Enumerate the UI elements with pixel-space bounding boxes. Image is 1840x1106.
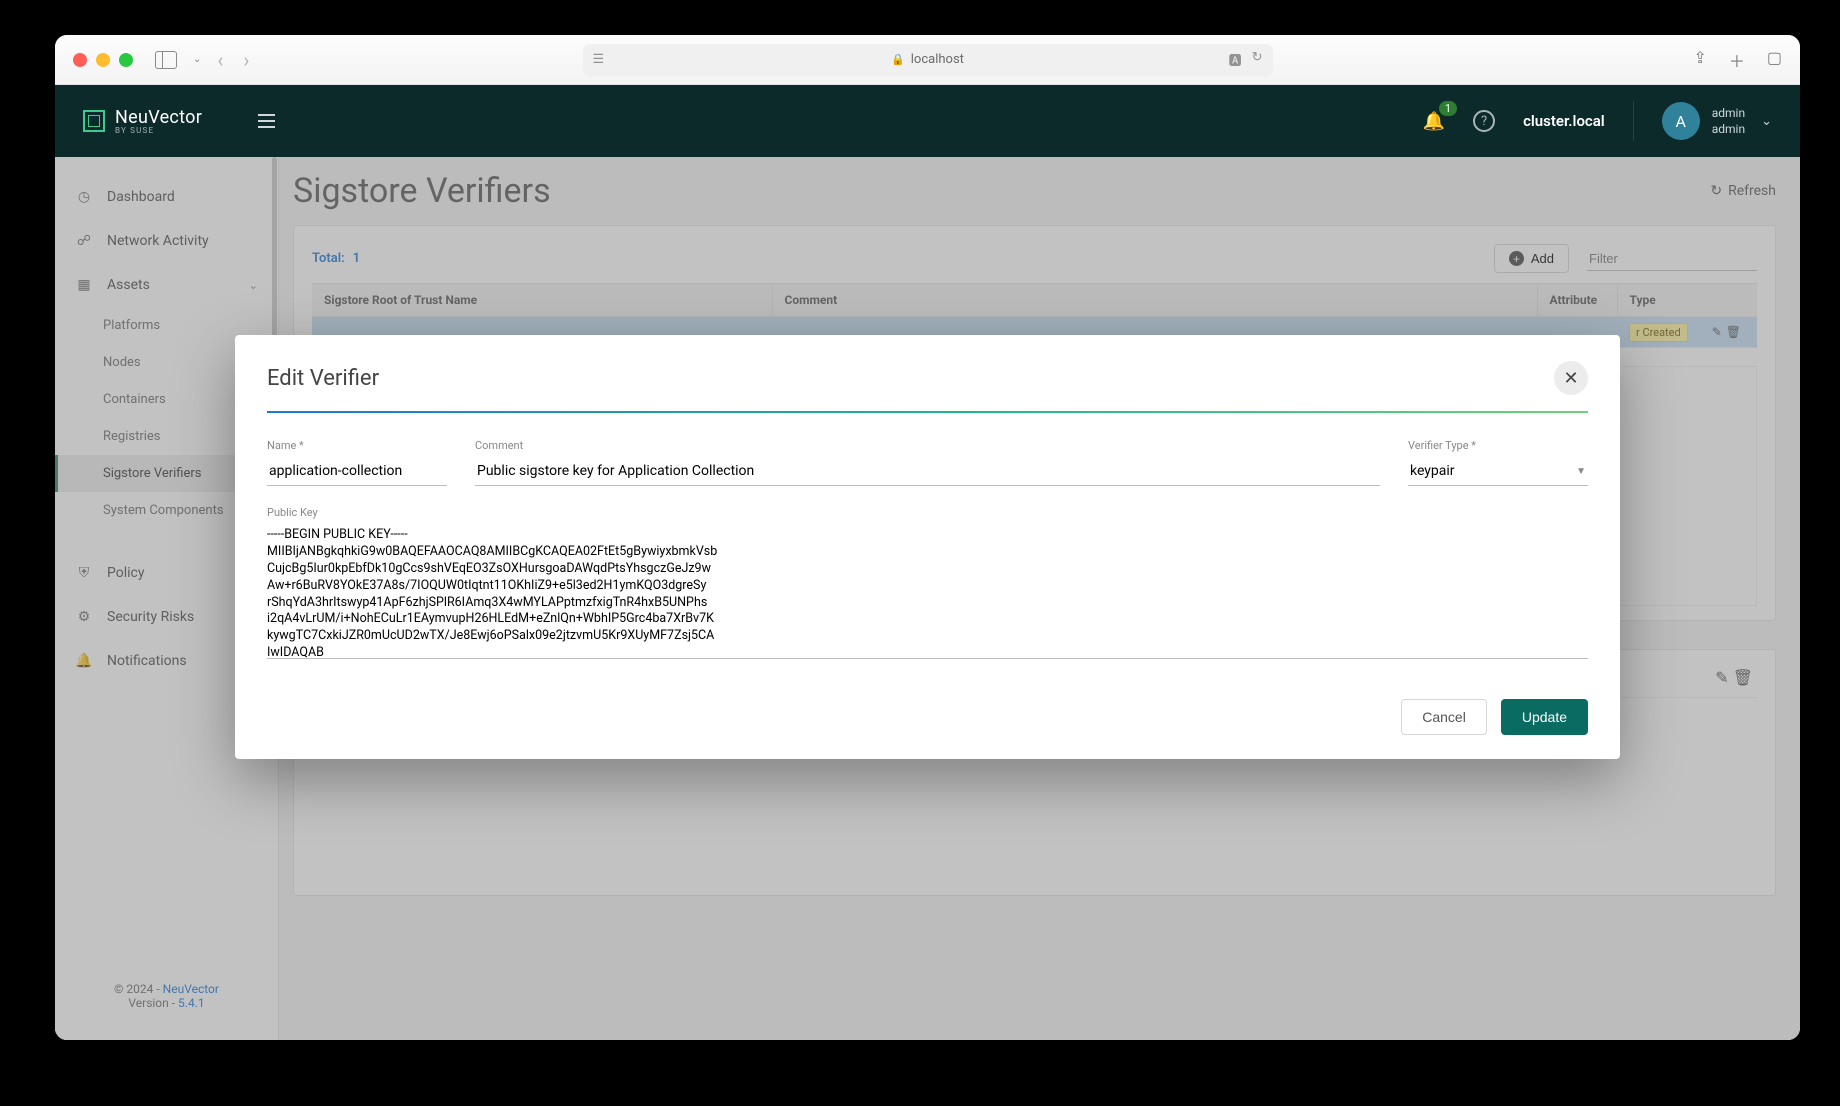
gradient-rule (267, 411, 1588, 413)
close-window-button[interactable] (73, 53, 87, 67)
cluster-name[interactable]: cluster.local (1523, 112, 1605, 130)
text-size-icon[interactable]: ☰ (593, 52, 605, 67)
dropdown-icon: ▼ (1576, 466, 1586, 477)
browser-window: ⌄ ‹ › ☰ 🔒 localhost 🅰 ↻ ⇪ ＋ ▢ NeuVector (55, 35, 1800, 1040)
user-role: admin (1712, 121, 1745, 137)
update-button[interactable]: Update (1501, 699, 1588, 735)
browser-titlebar: ⌄ ‹ › ☰ 🔒 localhost 🅰 ↻ ⇪ ＋ ▢ (55, 35, 1800, 85)
url-bar[interactable]: ☰ 🔒 localhost 🅰 ↻ (583, 44, 1273, 76)
user-menu[interactable]: A admin admin ⌄ (1662, 102, 1772, 140)
modal-title: Edit Verifier (267, 366, 379, 391)
edit-verifier-modal: Edit Verifier ✕ Name * Comment Verifier … (235, 335, 1620, 759)
sidebar-toggle-icon[interactable] (155, 51, 177, 69)
logo-text: NeuVector (115, 107, 202, 128)
notifications-button[interactable]: 🔔 1 (1423, 111, 1445, 132)
chevron-down-icon: ⌄ (1761, 114, 1772, 129)
close-icon: ✕ (1563, 368, 1578, 389)
lock-icon: 🔒 (891, 53, 905, 66)
help-button[interactable]: ? (1473, 110, 1495, 132)
type-label: Verifier Type * (1408, 439, 1588, 452)
minimize-window-button[interactable] (96, 53, 110, 67)
reload-icon[interactable]: ↻ (1252, 50, 1263, 69)
toolbar-right: ⇪ ＋ ▢ (1693, 48, 1782, 72)
maximize-window-button[interactable] (119, 53, 133, 67)
logo[interactable]: NeuVector BY SUSE (83, 107, 202, 135)
type-select[interactable]: keypair ▼ (1408, 460, 1588, 486)
comment-input[interactable] (475, 460, 1380, 486)
user-name: admin (1712, 105, 1745, 121)
comment-label: Comment (475, 439, 1380, 452)
public-key-label: Public Key (267, 506, 1588, 519)
toolbar-left: ⌄ ‹ › (155, 48, 253, 72)
close-button[interactable]: ✕ (1554, 361, 1588, 395)
app-header: NeuVector BY SUSE 🔔 1 ? cluster.local A … (55, 85, 1800, 157)
window-controls (73, 53, 133, 67)
logo-mark-icon (83, 110, 105, 132)
header-right: 🔔 1 ? cluster.local A admin admin ⌄ (1423, 101, 1772, 141)
tabs-overview-icon[interactable]: ▢ (1767, 48, 1782, 72)
name-label: Name * (267, 439, 447, 452)
chevron-down-icon[interactable]: ⌄ (193, 54, 201, 65)
notification-badge: 1 (1439, 101, 1457, 116)
public-key-textarea[interactable] (267, 527, 1588, 659)
avatar: A (1662, 102, 1700, 140)
share-icon[interactable]: ⇪ (1693, 48, 1706, 72)
name-input[interactable] (267, 460, 447, 486)
nav-forward-button[interactable]: › (239, 48, 253, 72)
menu-toggle-button[interactable] (258, 114, 275, 128)
translate-icon[interactable]: 🅰 (1229, 50, 1242, 69)
divider (1633, 101, 1634, 141)
url-host: localhost (911, 52, 964, 67)
nav-back-button[interactable]: ‹ (213, 48, 227, 72)
cancel-button[interactable]: Cancel (1401, 699, 1487, 735)
new-tab-icon[interactable]: ＋ (1729, 48, 1745, 72)
